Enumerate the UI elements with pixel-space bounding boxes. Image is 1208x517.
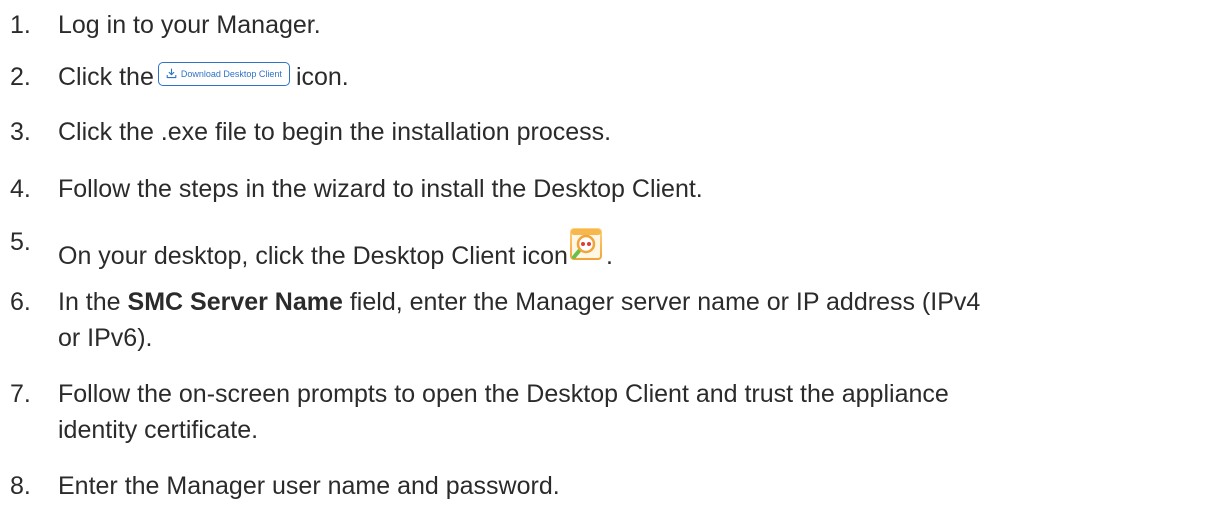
step-text-before: On your desktop, click the Desktop Clien…	[58, 242, 568, 270]
step-text: Click the Download Desktop Client icon.	[58, 60, 1188, 94]
step-number: 5.	[10, 228, 31, 256]
step-text: Click the .exe file to begin the install…	[58, 118, 612, 146]
step-number: 3.	[10, 118, 31, 146]
step-text-after: icon.	[295, 63, 349, 91]
step-text: Follow the steps in the wizard to instal…	[58, 175, 703, 203]
step-text-before: Click the	[58, 63, 154, 91]
step-text: Log in to your Manager.	[58, 11, 321, 39]
step-number: 8.	[10, 472, 31, 500]
step-number: 4.	[10, 175, 31, 203]
step-text: On your desktop, click the Desktop Clien…	[58, 228, 1188, 273]
step-text-after: field, enter the Manager server name or …	[349, 288, 981, 316]
step-text-before: In the	[58, 288, 121, 316]
download-desktop-client-button[interactable]: Download Desktop Client	[157, 61, 290, 86]
step-text-after: .	[605, 242, 613, 270]
desktop-client-app-icon	[569, 228, 602, 260]
step-number: 7.	[10, 380, 31, 408]
step-text: Enter the Manager user name and password…	[58, 472, 560, 500]
step-number: 1.	[10, 11, 31, 39]
download-button-label: Download Desktop Client	[180, 68, 282, 79]
step-number: 2.	[10, 63, 31, 91]
field-name-emphasis: SMC Server Name	[127, 288, 343, 316]
download-tray-icon	[166, 68, 177, 79]
step-text: In the SMC Server Name field, enter the …	[58, 285, 1188, 319]
step-text-line-2: identity certificate.	[58, 416, 259, 444]
step-text: Follow the on-screen prompts to open the…	[58, 380, 949, 408]
step-text-line-2: or IPv6).	[58, 324, 153, 352]
step-number: 6.	[10, 288, 31, 316]
